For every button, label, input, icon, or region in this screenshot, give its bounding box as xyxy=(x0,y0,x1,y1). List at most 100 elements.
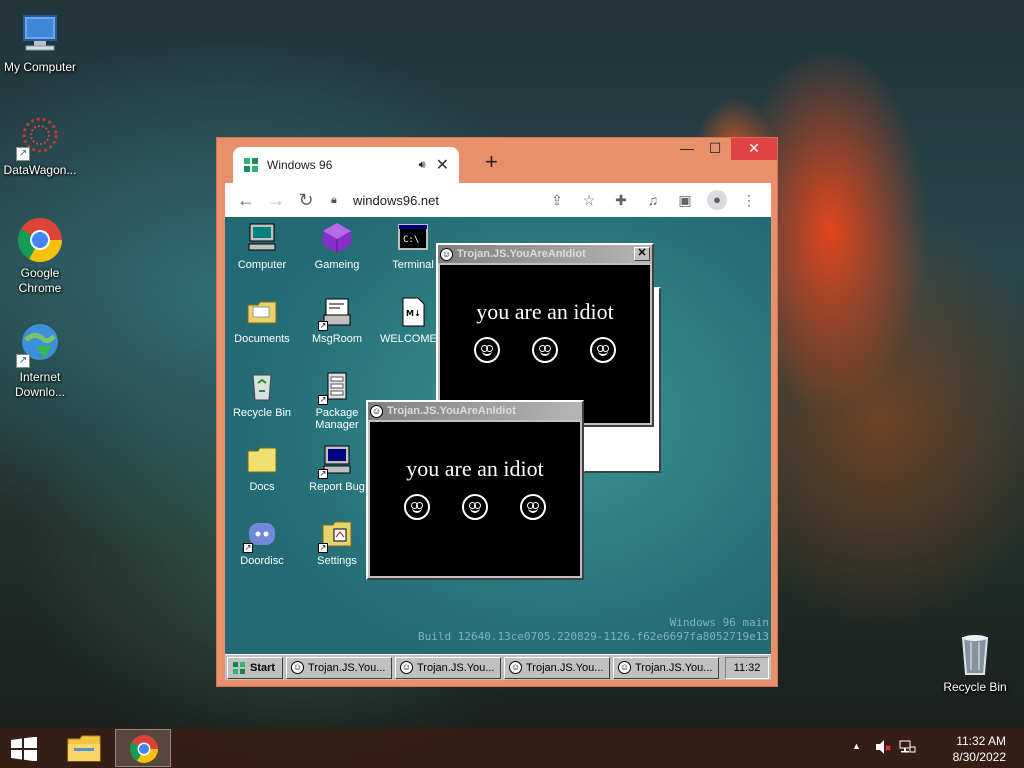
build-info: Windows 96 main Build 12640.13ce0705.220… xyxy=(418,616,769,644)
popup-window[interactable]: ☺ Trojan.JS.YouAreAnIdiot you are an idi… xyxy=(366,400,584,580)
desktop-icon-google-chrome[interactable]: Google Chrome xyxy=(0,216,80,296)
w96-icon-label: Package Manager xyxy=(315,407,359,431)
window-close-button[interactable]: ✕ xyxy=(731,138,777,160)
forward-button[interactable]: → xyxy=(261,190,291,211)
taskbar-file-explorer[interactable] xyxy=(56,729,112,767)
taskbar-chrome[interactable] xyxy=(115,729,171,767)
address-bar[interactable]: 🔒︎ windows96.net xyxy=(325,187,537,213)
w96-icon-recycle-bin[interactable]: Recycle Bin xyxy=(226,369,298,419)
w96-icon-package-manager[interactable]: ↗ Package Manager xyxy=(301,369,373,431)
windows-start-button[interactable] xyxy=(10,736,38,762)
desktop-icon-label: Internet Downlo... xyxy=(14,370,66,399)
popup-body: you are an idiot xyxy=(370,422,580,576)
smiley-icon: ☺ xyxy=(370,404,383,418)
popup-message: you are an idiot xyxy=(406,456,544,481)
w96-icon-computer[interactable]: Computer xyxy=(226,221,298,271)
w96-icon-doordisc[interactable]: ↗ Doordisc xyxy=(226,517,298,567)
cube-icon xyxy=(320,221,354,255)
globe-download-icon: ↗ xyxy=(16,320,64,368)
profile-icon[interactable]: ● xyxy=(701,190,733,210)
side-panel-icon[interactable]: ▣ xyxy=(669,192,701,209)
w96-task-button[interactable]: ☺ Trojan.JS.You... xyxy=(504,656,610,679)
tab-close-icon[interactable]: ✕ xyxy=(436,155,449,175)
maximize-button[interactable]: ☐ xyxy=(701,138,729,160)
shortcut-arrow-icon: ↗ xyxy=(318,469,328,479)
w96-start-button[interactable]: Start xyxy=(227,656,283,679)
windows-logo-icon xyxy=(11,736,37,762)
popup-title: Trojan.JS.YouAreAnIdiot xyxy=(457,248,586,260)
smiley-icon: ☺ xyxy=(291,661,304,674)
smiley-row xyxy=(458,337,632,363)
computer-icon xyxy=(16,10,64,58)
w96-taskbar: Start ☺ Trojan.JS.You... ☺ Trojan.JS.You… xyxy=(225,654,771,680)
datawagon-icon: ↗ xyxy=(16,113,64,161)
browser-window: — ☐ ✕ Windows 96 🔊︎ ✕ + ← → ↻ 🔒︎ windows… xyxy=(216,137,778,687)
msgroom-icon: ↗ xyxy=(318,295,354,331)
w96-clock: 11:32 xyxy=(725,656,769,679)
build-line: Windows 96 main xyxy=(669,616,769,629)
svg-text:M↓: M↓ xyxy=(406,309,421,318)
shortcut-arrow-icon: ↗ xyxy=(318,543,328,553)
w96-icon-docs[interactable]: Docs xyxy=(226,443,298,493)
chrome-icon xyxy=(16,216,64,264)
desktop-icon-my-computer[interactable]: My Computer xyxy=(0,10,80,75)
desktop-icon-label: Recycle Bin xyxy=(943,680,1007,694)
terminal-icon: C:\ xyxy=(396,221,430,255)
w96-icon-gameing[interactable]: Gameing xyxy=(301,221,373,271)
desktop-icon-datawagon[interactable]: ↗ DataWagon... xyxy=(0,113,80,178)
speaker-icon[interactable]: 🔊︎ xyxy=(419,159,426,172)
desktop-icon-label: DataWagon... xyxy=(3,163,77,177)
w96-icon-label: Doordisc xyxy=(240,555,284,567)
menu-kebab-icon[interactable]: ⋮ xyxy=(733,192,765,209)
w96-task-button[interactable]: ☺ Trojan.JS.You... xyxy=(613,656,719,679)
w96-icon-label: Settings xyxy=(317,555,357,567)
share-icon[interactable]: ⇪ xyxy=(541,192,573,209)
browser-tab[interactable]: Windows 96 🔊︎ ✕ xyxy=(233,147,459,183)
media-queue-icon[interactable]: ♫ xyxy=(637,192,669,208)
speaker-muted-icon[interactable] xyxy=(874,738,892,759)
minimize-button[interactable]: — xyxy=(673,138,701,160)
package-icon: ↗ xyxy=(318,369,354,405)
shortcut-arrow-icon: ↗ xyxy=(318,395,328,405)
w96-icon-report-bug[interactable]: ↗ Report Bug xyxy=(301,443,373,493)
new-tab-button[interactable]: + xyxy=(485,150,498,174)
smiley-icon: ☺ xyxy=(618,661,631,674)
w96-icon-msgroom[interactable]: ↗ MsgRoom xyxy=(301,295,373,345)
network-icon[interactable] xyxy=(898,738,916,759)
windows96-favicon-icon xyxy=(244,158,258,172)
taskbar: ▲ 11:32 AM 8/30/2022 xyxy=(0,728,1024,768)
desktop-icon-recycle-bin[interactable]: Recycle Bin xyxy=(935,630,1015,695)
back-button[interactable]: ← xyxy=(231,190,261,211)
w96-icon-label: Computer xyxy=(237,259,287,271)
w96-icon-documents[interactable]: Documents xyxy=(226,295,298,345)
shortcut-arrow-icon: ↗ xyxy=(16,354,30,368)
popup-close-button[interactable]: ✕ xyxy=(634,247,650,261)
w96-icon-settings[interactable]: ↗ Settings xyxy=(301,517,373,567)
smiley-row xyxy=(388,494,562,520)
w96-icon-label: Recycle Bin xyxy=(232,407,292,419)
smiley-icon xyxy=(462,494,488,520)
w96-task-button[interactable]: ☺ Trojan.JS.You... xyxy=(286,656,392,679)
lock-icon: 🔒︎ xyxy=(331,193,337,206)
url-text: windows96.net xyxy=(353,192,439,208)
desktop-icon-label: My Computer xyxy=(3,60,77,74)
smiley-icon: ☺ xyxy=(509,661,522,674)
w96-task-button[interactable]: ☺ Trojan.JS.You... xyxy=(395,656,501,679)
smiley-icon xyxy=(404,494,430,520)
desktop-icon-internet-download[interactable]: ↗ Internet Downlo... xyxy=(0,320,80,400)
file-explorer-icon xyxy=(67,735,101,762)
browser-toolbar: ← → ↻ 🔒︎ windows96.net ⇪ ☆ ✚ ♫ ▣ ● ⋮ xyxy=(225,183,771,217)
popup-titlebar[interactable]: ☺ Trojan.JS.YouAreAnIdiot ✕ xyxy=(438,245,652,263)
bookmark-star-icon[interactable]: ☆ xyxy=(573,192,605,209)
w96-icon-label: Documents xyxy=(234,333,290,345)
tray-overflow-arrow[interactable]: ▲ xyxy=(852,741,861,751)
folder-icon xyxy=(245,443,279,477)
reload-button[interactable]: ↻ xyxy=(291,190,321,211)
extensions-icon[interactable]: ✚ xyxy=(605,192,637,209)
popup-titlebar[interactable]: ☺ Trojan.JS.YouAreAnIdiot xyxy=(368,402,582,420)
w96-icon-label: Docs xyxy=(249,481,275,493)
system-clock[interactable]: 11:32 AM 8/30/2022 xyxy=(953,733,1006,768)
discord-icon: ↗ xyxy=(243,517,279,553)
build-line: Build 12640.13ce0705.220829-1126.f62e669… xyxy=(418,630,769,643)
shortcut-arrow-icon: ↗ xyxy=(16,147,30,161)
